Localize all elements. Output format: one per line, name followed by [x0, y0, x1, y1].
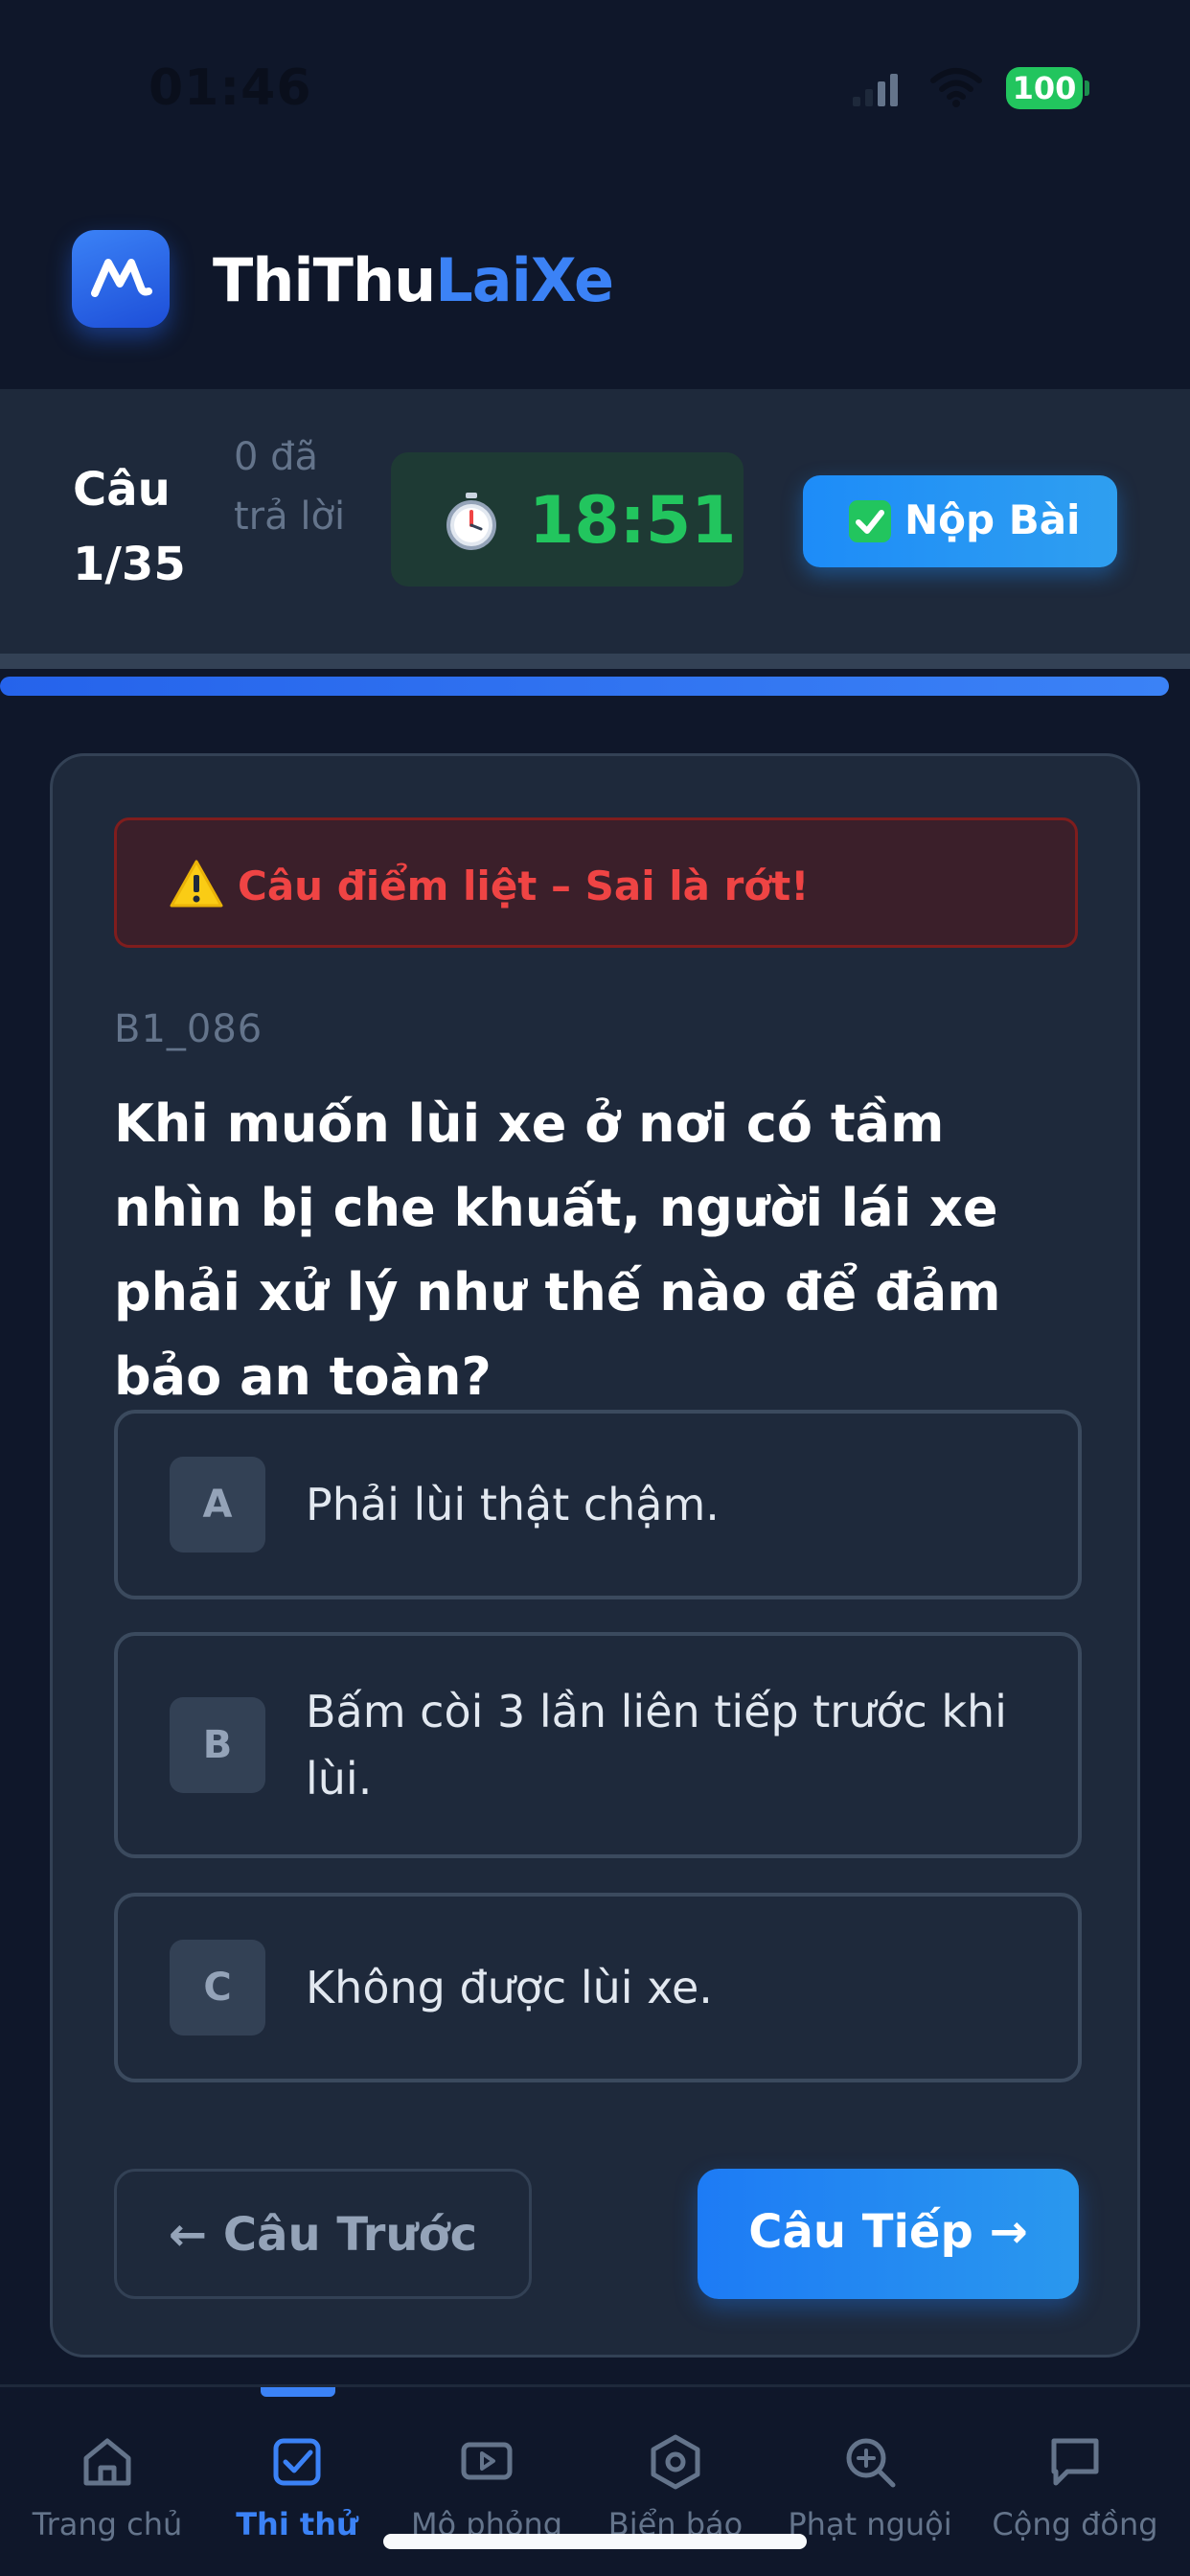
answer-option-a[interactable]: A Phải lùi thật chậm.: [114, 1410, 1082, 1599]
submit-exam-button[interactable]: Nộp Bài: [803, 475, 1117, 567]
answered-count: 0 đã trả lời: [234, 435, 346, 539]
chat-icon: [1051, 2438, 1099, 2486]
battery-tip: [1085, 80, 1089, 96]
warning-text: Câu điểm liệt – Sai là rớt!: [238, 862, 810, 909]
option-letter: B: [170, 1697, 265, 1793]
question-code: B1_086: [114, 1007, 263, 1051]
question-counter: Câu 1/35: [73, 463, 186, 591]
play-icon: [461, 2442, 513, 2480]
submit-label: Nộp Bài: [904, 496, 1081, 543]
cellular-signal-icon: [853, 74, 898, 106]
countdown-timer: 18:51: [391, 452, 744, 586]
progress-fill: [0, 677, 1169, 696]
hexagon-icon: [651, 2434, 700, 2490]
nav-item-community[interactable]: Cộng đồng: [979, 2387, 1171, 2576]
wifi-icon: [930, 68, 982, 107]
quiz-screen: 01:46 100 ThiThuLaiXe Câu 1/35 0 đã trả …: [0, 0, 1190, 2576]
brand-part-laixe: LaiXe: [435, 245, 614, 315]
home-indicator[interactable]: [383, 2534, 807, 2549]
next-label: Câu Tiếp →: [748, 2205, 1028, 2259]
home-icon: [83, 2438, 131, 2486]
checkmark-icon: [849, 500, 891, 542]
option-text: Bấm còi 3 lần liên tiếp trước khi lùi.: [306, 1686, 1007, 1805]
option-letter: A: [170, 1457, 265, 1552]
option-letter: C: [170, 1940, 265, 2036]
warning-icon: [170, 860, 223, 908]
brand-part-thithu: ThiThu: [213, 245, 436, 315]
question-card: Câu điểm liệt – Sai là rớt! B1_086 Khi m…: [50, 753, 1140, 2358]
previous-question-button[interactable]: ← Câu Trước: [114, 2169, 532, 2299]
option-text: Không được lùi xe.: [306, 1962, 713, 2013]
answer-option-c[interactable]: C Không được lùi xe.: [114, 1893, 1082, 2082]
quiz-status-bar: Câu 1/35 0 đã trả lời 18:51 Nộp Bài: [0, 389, 1190, 654]
question-text: Khi muốn lùi xe ở nơi có tầm nhìn bị che…: [114, 1093, 1001, 1407]
zoom-in-icon: [846, 2438, 896, 2488]
app-header: ThiThuLaiXe: [0, 172, 1190, 389]
status-time: 01:46: [149, 59, 312, 117]
answer-option-b[interactable]: B Bấm còi 3 lần liên tiếp trước khi lùi.: [114, 1632, 1082, 1858]
nav-item-practice-test[interactable]: Thi thử: [201, 2387, 393, 2576]
nav-item-home[interactable]: Trang chủ: [11, 2387, 203, 2576]
next-question-button[interactable]: Câu Tiếp →: [698, 2169, 1079, 2299]
battery-level: 100: [1006, 67, 1083, 109]
checkbox-icon: [273, 2438, 321, 2486]
timer-value: 18:51: [529, 483, 737, 559]
option-text: Phải lùi thật chậm.: [306, 1479, 720, 1530]
app-logo-icon[interactable]: [72, 230, 170, 328]
progress-divider: [0, 654, 1190, 669]
stopwatch-icon: [446, 493, 496, 550]
active-tab-indicator: [261, 2387, 335, 2397]
nav-label: Cộng đồng: [992, 2506, 1158, 2542]
previous-label: ← Câu Trước: [168, 2208, 478, 2262]
status-bar: 01:46 100: [0, 0, 1190, 172]
exam-progress-bar: [0, 654, 1190, 702]
critical-question-warning: Câu điểm liệt – Sai là rớt!: [114, 817, 1078, 948]
app-brand-title: ThiThuLaiXe: [213, 245, 614, 315]
battery-indicator: 100: [1006, 67, 1089, 109]
